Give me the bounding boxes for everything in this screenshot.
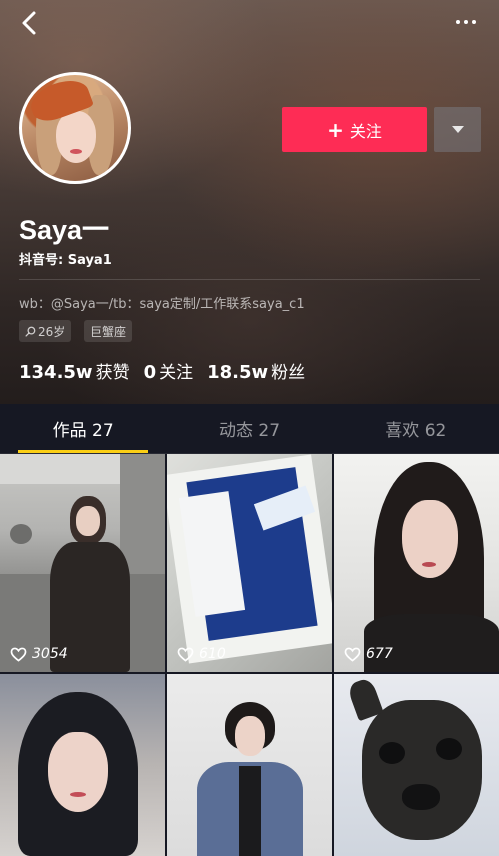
- tab-liked[interactable]: 喜欢 62: [333, 404, 499, 453]
- video-thumbnail[interactable]: 3054: [0, 454, 165, 672]
- profile-header: + 关注 Saya一 抖音号: Saya1 wb：@Saya一/tb：saya定…: [0, 0, 499, 404]
- like-count: 610: [177, 646, 226, 662]
- heart-icon: [10, 647, 27, 662]
- back-button[interactable]: [14, 8, 44, 38]
- stat-followers[interactable]: 18.5w 粉丝: [207, 358, 305, 383]
- tab-works[interactable]: 作品 27: [0, 404, 166, 453]
- plus-icon: +: [327, 117, 344, 142]
- follow-button[interactable]: + 关注: [282, 107, 427, 152]
- video-grid: 3054 610 677: [0, 454, 499, 856]
- more-button[interactable]: [451, 10, 481, 34]
- douyin-id: 抖音号: Saya1: [19, 253, 112, 268]
- stat-likes[interactable]: 134.5w 获赞: [19, 358, 130, 383]
- recommend-dropdown-button[interactable]: [434, 107, 481, 152]
- profile-name: Saya一: [19, 215, 110, 245]
- video-thumbnail[interactable]: [334, 674, 499, 856]
- chevron-left-icon: [22, 11, 36, 35]
- video-thumbnail[interactable]: 677: [334, 454, 499, 672]
- age-tag: 26岁: [19, 320, 72, 342]
- tab-activity[interactable]: 动态 27: [166, 404, 332, 453]
- caret-down-icon: [451, 126, 464, 133]
- profile-stats: 134.5w 获赞 0 关注 18.5w 粉丝: [19, 358, 305, 383]
- avatar[interactable]: [19, 72, 131, 184]
- video-thumbnail[interactable]: [167, 674, 332, 856]
- like-count: 677: [344, 646, 393, 662]
- ellipsis-icon: [456, 20, 460, 24]
- like-count: 3054: [10, 646, 68, 662]
- video-thumbnail[interactable]: 610: [167, 454, 332, 672]
- profile-bio: wb：@Saya一/tb：saya定制/工作联系saya_c1: [19, 297, 305, 312]
- stat-following[interactable]: 0 关注: [144, 358, 194, 383]
- heart-icon: [177, 647, 194, 662]
- heart-icon: [344, 647, 361, 662]
- profile-tabs: 作品 27 动态 27 喜欢 62: [0, 404, 499, 454]
- follow-button-label: 关注: [349, 121, 382, 141]
- search-icon: [25, 326, 36, 337]
- divider: [19, 279, 480, 280]
- video-thumbnail[interactable]: [0, 674, 165, 856]
- zodiac-tag: 巨蟹座: [84, 320, 133, 342]
